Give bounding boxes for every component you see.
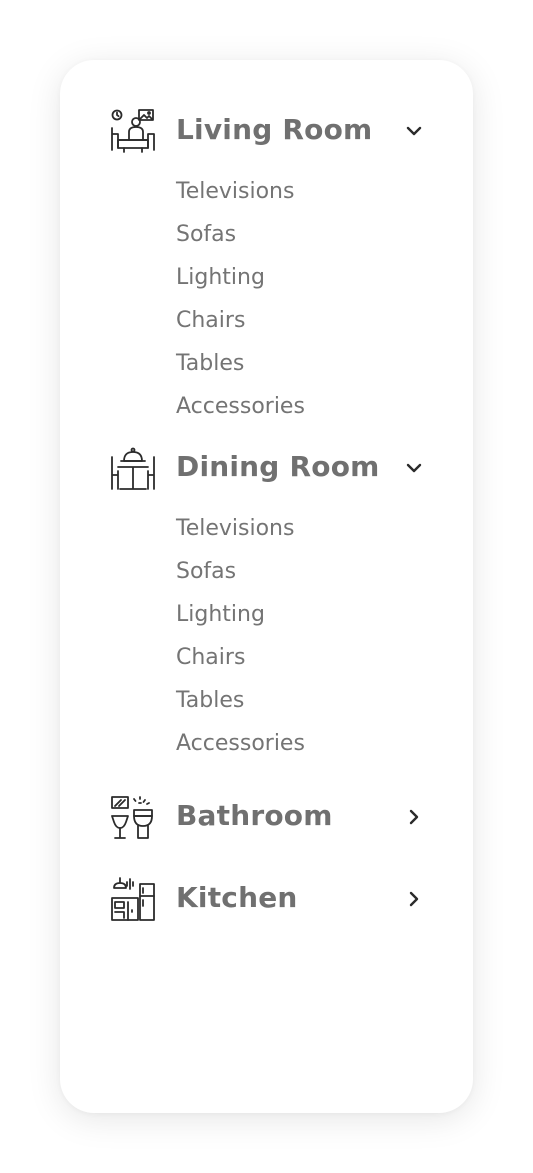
subcategory-tables[interactable]: Tables bbox=[176, 679, 305, 722]
subcategory-televisions[interactable]: Televisions bbox=[176, 507, 305, 550]
subcategory-accessories[interactable]: Accessories bbox=[176, 385, 305, 428]
category-title: Kitchen bbox=[176, 881, 298, 914]
kitchen-icon bbox=[110, 876, 156, 922]
chevron-down-icon[interactable] bbox=[402, 119, 426, 143]
chevron-down-icon[interactable] bbox=[402, 456, 426, 480]
category-header-dining-room[interactable]: Dining Room bbox=[110, 443, 435, 493]
category-title: Dining Room bbox=[176, 450, 380, 483]
dining-room-icon bbox=[110, 445, 156, 491]
subcategory-televisions[interactable]: Televisions bbox=[176, 170, 305, 213]
category-menu-card: Living Room Televisions Sofas Lighting C… bbox=[60, 60, 473, 1113]
subcategory-lighting[interactable]: Lighting bbox=[176, 256, 305, 299]
subcategory-sofas[interactable]: Sofas bbox=[176, 550, 305, 593]
chevron-right-icon[interactable] bbox=[402, 805, 426, 829]
bathroom-icon bbox=[110, 794, 156, 840]
living-room-icon bbox=[110, 108, 156, 154]
subcategory-sofas[interactable]: Sofas bbox=[176, 213, 305, 256]
chevron-right-icon[interactable] bbox=[402, 887, 426, 911]
subcategory-tables[interactable]: Tables bbox=[176, 342, 305, 385]
category-header-bathroom[interactable]: Bathroom bbox=[110, 792, 435, 842]
subcategory-chairs[interactable]: Chairs bbox=[176, 299, 305, 342]
dining-room-subcategory-list: Televisions Sofas Lighting Chairs Tables… bbox=[176, 507, 305, 765]
category-title: Bathroom bbox=[176, 799, 333, 832]
category-header-kitchen[interactable]: Kitchen bbox=[110, 874, 435, 924]
living-room-subcategory-list: Televisions Sofas Lighting Chairs Tables… bbox=[176, 170, 305, 428]
subcategory-accessories[interactable]: Accessories bbox=[176, 722, 305, 765]
category-title: Living Room bbox=[176, 113, 373, 146]
category-header-living-room[interactable]: Living Room bbox=[110, 106, 435, 156]
subcategory-chairs[interactable]: Chairs bbox=[176, 636, 305, 679]
subcategory-lighting[interactable]: Lighting bbox=[176, 593, 305, 636]
